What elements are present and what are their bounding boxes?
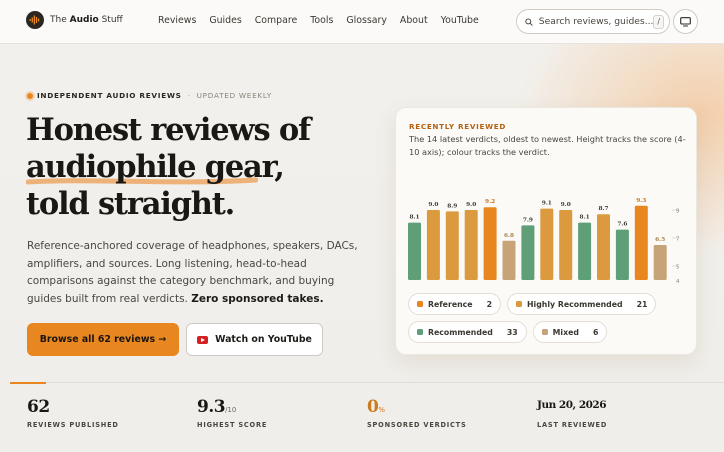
nav-guides[interactable]: Guides: [209, 15, 241, 26]
legend-count: 2: [486, 299, 493, 309]
score-bar-chart: 5 7 9 4 8.1 9.0 8.9 9.0 9.2 6.8 7.9 9.1 9.0 8.1 8.7 7.6…: [408, 198, 680, 285]
search-icon: [525, 17, 533, 26]
score-bar-label: 8.7: [598, 206, 608, 212]
y-tick-label: 7: [676, 237, 680, 243]
score-bar-label: 8.1: [580, 215, 590, 221]
score-bar-label: 9.0: [466, 202, 476, 208]
legend-label: Reference: [428, 299, 473, 309]
nav-reviews[interactable]: Reviews: [158, 15, 196, 26]
y-tick-label: 4: [676, 279, 680, 285]
score-bar[interactable]: [521, 225, 535, 280]
hero-title-line3: told straight.: [26, 186, 235, 222]
stat-sponsored-verdicts: 0% SPONSORED VERDICTS: [367, 397, 467, 429]
legend-item-mixed[interactable]: Mixed 6: [532, 321, 608, 343]
search-input[interactable]: Search reviews, guides... /: [516, 9, 670, 34]
legend-item-reference[interactable]: Reference 2: [408, 293, 502, 315]
stat-value: Jun 20, 2026: [537, 399, 607, 411]
score-bar[interactable]: [408, 222, 421, 280]
brand-logo-link[interactable]: The Audio Stuff: [26, 11, 123, 29]
monitor-icon: [680, 16, 691, 27]
watch-youtube-button[interactable]: Watch on YouTube: [186, 323, 323, 356]
score-bar-label: 9.0: [561, 202, 571, 208]
score-bar-label: 8.9: [447, 203, 457, 209]
score-bar-label: 7.6: [617, 222, 627, 228]
stat-value: 62: [27, 397, 50, 417]
legend-count: 33: [506, 327, 518, 337]
main-nav: Reviews Guides Compare Tools Glossary Ab…: [158, 15, 492, 26]
score-bar[interactable]: [653, 245, 667, 280]
score-bar[interactable]: [483, 207, 497, 280]
legend-label: Mixed: [552, 327, 580, 337]
hero-description-strong: Zero sponsored takes.: [191, 292, 324, 305]
score-bar-label: 9.3: [636, 198, 646, 204]
score-bar[interactable]: [597, 214, 610, 280]
stat-reviews-published: 62 REVIEWS PUBLISHED: [27, 397, 119, 429]
score-bar[interactable]: [502, 240, 516, 280]
legend-count: 6: [593, 327, 599, 337]
legend-label: Recommended: [428, 327, 493, 337]
legend-swatch: [417, 301, 423, 307]
watch-youtube-label: Watch on YouTube: [215, 334, 312, 345]
top-navigation-bar: The Audio Stuff Reviews Guides Compare T…: [0, 0, 724, 44]
nav-compare[interactable]: Compare: [255, 15, 298, 26]
score-bar[interactable]: [445, 211, 459, 280]
legend-label: Highly Recommended: [527, 299, 623, 309]
legend-swatch: [541, 329, 548, 335]
stat-label: HIGHEST SCORE: [197, 421, 268, 429]
score-bar-label: 9.0: [428, 202, 438, 208]
youtube-play-icon: [197, 335, 209, 344]
stat-label: SPONSORED VERDICTS: [367, 421, 467, 429]
hero-description: Reference-anchored coverage of headphone…: [27, 238, 367, 308]
hero-title-line1: Honest reviews of: [26, 112, 311, 148]
score-bar[interactable]: [634, 205, 648, 280]
hero-eyebrow: INDEPENDENT AUDIO REVIEWS · UPDATED WEEK…: [27, 91, 272, 100]
score-bar[interactable]: [559, 210, 573, 280]
stat-value: 0%: [367, 397, 385, 417]
stat-value: 9.3/10: [197, 397, 237, 417]
nav-glossary[interactable]: Glossary: [346, 15, 387, 26]
search-placeholder: Search reviews, guides...: [538, 16, 654, 27]
eyebrow-label: INDEPENDENT AUDIO REVIEWS: [37, 91, 182, 100]
browse-reviews-button[interactable]: Browse all 62 reviews →: [27, 323, 179, 356]
nav-about[interactable]: About: [400, 15, 428, 26]
legend-swatch: [516, 301, 523, 307]
score-bar-label: 8.1: [409, 215, 419, 221]
score-bar-label: 6.8: [504, 233, 514, 239]
stat-last-reviewed: Jun 20, 2026 LAST REVIEWED: [537, 397, 607, 429]
stats-divider-accent: [10, 382, 46, 384]
verdict-legend: Reference 2 Highly Recommended 21 Recommende…: [408, 293, 693, 349]
eyebrow-sublabel: UPDATED WEEKLY: [196, 91, 272, 100]
live-dot-icon: [27, 92, 33, 99]
score-bar-label: 9.2: [485, 199, 495, 205]
waveform-logo-icon: [26, 11, 44, 29]
display-theme-button[interactable]: [673, 9, 698, 34]
nav-tools[interactable]: Tools: [310, 15, 333, 26]
score-bar[interactable]: [426, 210, 440, 280]
legend-item-highly-recommended[interactable]: Highly Recommended 21: [507, 293, 657, 315]
stat-label: LAST REVIEWED: [537, 421, 608, 429]
stat-highest-score: 9.3/10 HIGHEST SCORE: [197, 397, 267, 429]
score-bar-label: 9.1: [542, 201, 552, 207]
stat-label: REVIEWS PUBLISHED: [27, 421, 119, 429]
y-tick-label: 5: [676, 265, 680, 271]
legend-count: 21: [636, 299, 648, 309]
search-shortcut-key: /: [653, 14, 664, 29]
score-bar[interactable]: [615, 229, 629, 280]
eyebrow-separator: ·: [187, 91, 191, 100]
nav-youtube[interactable]: YouTube: [441, 15, 479, 26]
score-bar-label: 7.9: [523, 217, 533, 223]
legend-swatch: [417, 329, 423, 335]
y-tick-label: 9: [676, 209, 680, 215]
recently-reviewed-card: RECENTLY REVIEWED The 14 latest verdicts…: [395, 107, 697, 355]
score-bar[interactable]: [464, 210, 478, 280]
score-bar[interactable]: [540, 208, 554, 280]
hero-title-highlight: audiophile gear,: [26, 149, 285, 186]
score-bar[interactable]: [578, 222, 592, 280]
legend-item-recommended[interactable]: Recommended 33: [408, 321, 527, 343]
score-bar-label: 6.5: [655, 237, 665, 243]
hero-title: Honest reviews of audiophile gear, told …: [26, 112, 311, 223]
stats-divider: [10, 382, 724, 383]
brand-name: The Audio Stuff: [50, 15, 123, 25]
hero-title-line2: audiophile gear,: [26, 149, 285, 185]
